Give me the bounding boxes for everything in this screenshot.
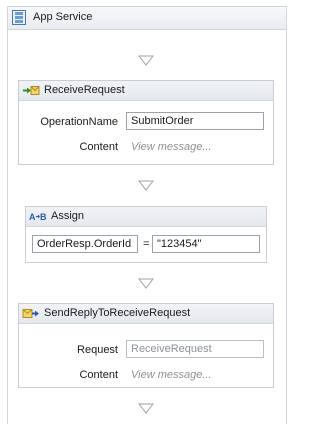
- request-label: Request: [77, 344, 118, 356]
- assign-header[interactable]: A B Assign: [26, 207, 266, 227]
- assign-title: Assign: [51, 210, 85, 222]
- request-input[interactable]: ReceiveRequest: [126, 340, 264, 358]
- view-message-link[interactable]: View message...: [131, 141, 212, 153]
- svg-text:B: B: [40, 212, 47, 222]
- assign-icon: A B: [29, 212, 47, 222]
- receive-icon: [23, 86, 40, 95]
- view-message-link[interactable]: View message...: [131, 369, 212, 381]
- operation-name-label: OperationName: [40, 116, 118, 128]
- receive-request-header[interactable]: ReceiveRequest: [19, 81, 273, 101]
- sequence-title: App Service: [33, 11, 93, 23]
- receive-request-activity[interactable]: ReceiveRequest OperationName SubmitOrder…: [18, 80, 274, 165]
- sequence-container[interactable]: App Service ReceiveRequest OperationName…: [7, 6, 287, 424]
- operation-name-input[interactable]: SubmitOrder: [126, 112, 264, 130]
- app-service-icon: [12, 10, 26, 25]
- content-label: Content: [79, 369, 118, 381]
- send-reply-header[interactable]: SendReplyToReceiveRequest: [19, 304, 273, 324]
- assign-activity[interactable]: A B Assign OrderResp.OrderId = "123454": [25, 206, 267, 263]
- content-label: Content: [79, 141, 118, 153]
- drop-target-arrow-icon[interactable]: [138, 278, 154, 289]
- sequence-header[interactable]: App Service: [8, 7, 286, 30]
- equals-sign: =: [143, 238, 150, 250]
- drop-target-arrow-icon[interactable]: [138, 55, 154, 66]
- send-reply-icon: [22, 309, 39, 318]
- assign-value-input[interactable]: "123454": [152, 235, 260, 253]
- drop-target-arrow-icon[interactable]: [138, 180, 154, 191]
- send-reply-title: SendReplyToReceiveRequest: [44, 307, 191, 319]
- assign-to-input[interactable]: OrderResp.OrderId: [32, 235, 138, 253]
- svg-text:A: A: [29, 212, 36, 222]
- drop-target-arrow-icon[interactable]: [138, 403, 154, 414]
- send-reply-activity[interactable]: SendReplyToReceiveRequest Request Receiv…: [18, 303, 274, 388]
- receive-request-title: ReceiveRequest: [44, 84, 125, 96]
